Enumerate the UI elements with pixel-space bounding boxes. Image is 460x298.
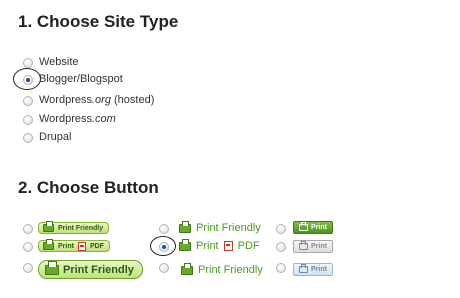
website-label[interactable]: Website bbox=[39, 56, 79, 68]
button-option-5-radio[interactable] bbox=[159, 242, 169, 252]
print-friendly-text-link[interactable]: Print Friendly bbox=[179, 220, 261, 234]
print-friendly-large-button[interactable]: Print Friendly bbox=[38, 260, 143, 279]
print-blue-button[interactable]: Print bbox=[293, 263, 333, 276]
link-label: Print Friendly bbox=[196, 222, 261, 234]
printer-icon bbox=[179, 220, 191, 233]
drupal-label[interactable]: Drupal bbox=[39, 131, 71, 143]
print-green-button[interactable]: Print bbox=[293, 221, 333, 234]
button-label: Print Friendly bbox=[63, 263, 134, 276]
button-label: Print Friendly bbox=[58, 224, 104, 232]
button-option-4-radio[interactable] bbox=[159, 224, 169, 234]
pdf-label: PDF bbox=[89, 242, 104, 250]
button-option-8-radio[interactable] bbox=[276, 242, 286, 252]
button-option-9-radio[interactable] bbox=[276, 263, 286, 273]
printer-icon bbox=[179, 238, 191, 251]
printer-icon bbox=[43, 239, 54, 250]
button-style-heading: 2. Choose Button bbox=[18, 178, 159, 197]
print-pdf-text-link[interactable]: Print PDF bbox=[179, 238, 260, 252]
pdf-label: PDF bbox=[237, 240, 260, 252]
button-label: Print bbox=[311, 266, 327, 273]
printer-icon bbox=[299, 241, 308, 250]
blogger-label[interactable]: Blogger/Blogspot bbox=[39, 73, 123, 85]
button-option-6-radio[interactable] bbox=[159, 263, 169, 273]
button-option-7-radio[interactable] bbox=[276, 224, 286, 234]
blogger-radio[interactable] bbox=[23, 75, 33, 85]
printer-icon bbox=[43, 221, 54, 232]
button-label: Print bbox=[58, 242, 74, 250]
button-label: Print bbox=[311, 243, 327, 250]
wordpress-org-radio[interactable] bbox=[23, 96, 33, 106]
drupal-radio[interactable] bbox=[23, 133, 33, 143]
printer-icon bbox=[299, 264, 308, 273]
button-option-2-radio[interactable] bbox=[23, 242, 33, 252]
printer-icon bbox=[299, 222, 308, 231]
wordpress-org-label[interactable]: Wordpress.org (hosted) bbox=[39, 94, 154, 106]
printer-icon bbox=[45, 260, 59, 275]
button-label: Print bbox=[311, 224, 327, 231]
print-gray-button[interactable]: Print bbox=[293, 240, 333, 253]
wordpress-com-label[interactable]: Wordpress.com bbox=[39, 113, 116, 125]
site-type-heading: 1. Choose Site Type bbox=[18, 12, 179, 31]
pdf-icon bbox=[77, 241, 86, 251]
button-option-1-radio[interactable] bbox=[23, 224, 33, 234]
print-friendly-small-button[interactable]: Print Friendly bbox=[38, 221, 110, 234]
link-label: Print bbox=[196, 240, 219, 252]
pdf-icon bbox=[223, 241, 233, 251]
website-radio[interactable] bbox=[23, 58, 33, 68]
button-option-3-radio[interactable] bbox=[23, 263, 33, 273]
print-pdf-small-button[interactable]: Print PDF bbox=[38, 239, 110, 252]
wordpress-com-radio[interactable] bbox=[23, 115, 33, 125]
link-label: Print Friendly bbox=[198, 264, 263, 276]
print-friendly-text-link-large[interactable]: Print Friendly bbox=[181, 262, 263, 276]
printer-icon bbox=[181, 262, 193, 275]
